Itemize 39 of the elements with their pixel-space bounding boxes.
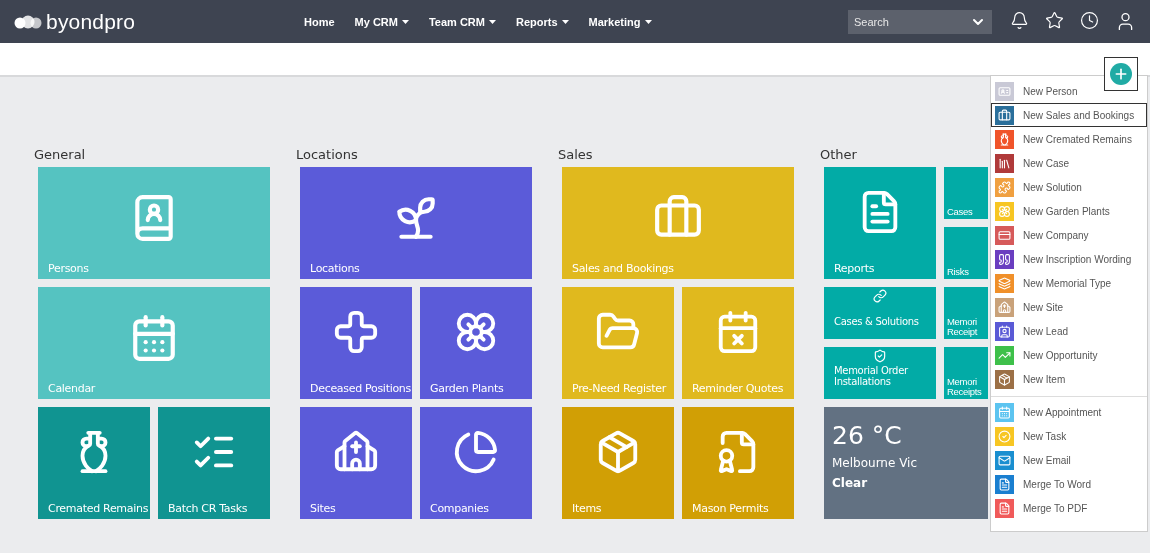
menu-item[interactable]: New Case (991, 151, 1147, 175)
weather-condition: Clear (832, 476, 868, 490)
nav-link[interactable]: Reports (516, 15, 569, 28)
tile[interactable]: Deceased Positions (300, 287, 412, 399)
search-field[interactable]: Search (848, 9, 992, 34)
brand-name: byondpro (46, 9, 136, 34)
temperature: 26 °C (832, 423, 902, 448)
menu-item[interactable]: New Item (991, 367, 1147, 391)
group-title: Other (820, 147, 858, 162)
group-title: Sales (558, 147, 594, 162)
menu-item[interactable]: New Lead (991, 319, 1147, 343)
menu-item[interactable]: New Opportunity (991, 343, 1147, 367)
tile[interactable]: Companies (420, 407, 532, 519)
weather-place: Melbourne Vic (832, 456, 918, 470)
tile[interactable]: Batch CR Tasks (158, 407, 270, 519)
tile[interactable]: Locations (300, 167, 532, 279)
menu-item[interactable]: New Appointment (991, 400, 1147, 424)
menu-item[interactable]: New Memorial Type (991, 271, 1147, 295)
menu-item[interactable]: New Garden Plants (991, 199, 1147, 223)
menu-item[interactable]: New Cremated Remains (991, 127, 1147, 151)
nav-link[interactable]: Team CRM (428, 15, 496, 28)
tile[interactable]: Garden Plants (420, 287, 532, 399)
menu-item[interactable]: New Solution (991, 175, 1147, 199)
nav-link[interactable]: Home (304, 15, 335, 28)
group-title: Locations (296, 147, 359, 162)
menu-item[interactable]: New Email (991, 448, 1147, 472)
menu-item[interactable]: New Task (991, 424, 1147, 448)
tile[interactable]: Cremated Remains (38, 407, 150, 519)
nav-link[interactable]: My CRM (354, 15, 409, 28)
menu-item[interactable]: New Company (991, 223, 1147, 247)
tile[interactable]: Sites (300, 407, 412, 519)
menu-item[interactable]: New Sales and Bookings (991, 103, 1147, 127)
menu-item[interactable]: Merge To Word (991, 472, 1147, 496)
nav-link[interactable]: Marketing (588, 15, 652, 28)
menu-item[interactable]: New Inscription Wording (991, 247, 1147, 271)
group-title: General (34, 147, 87, 162)
menu-item[interactable]: New Site (991, 295, 1147, 319)
menu-item[interactable]: Merge To PDF (991, 496, 1147, 520)
menu-item[interactable]: New Person (991, 79, 1147, 103)
